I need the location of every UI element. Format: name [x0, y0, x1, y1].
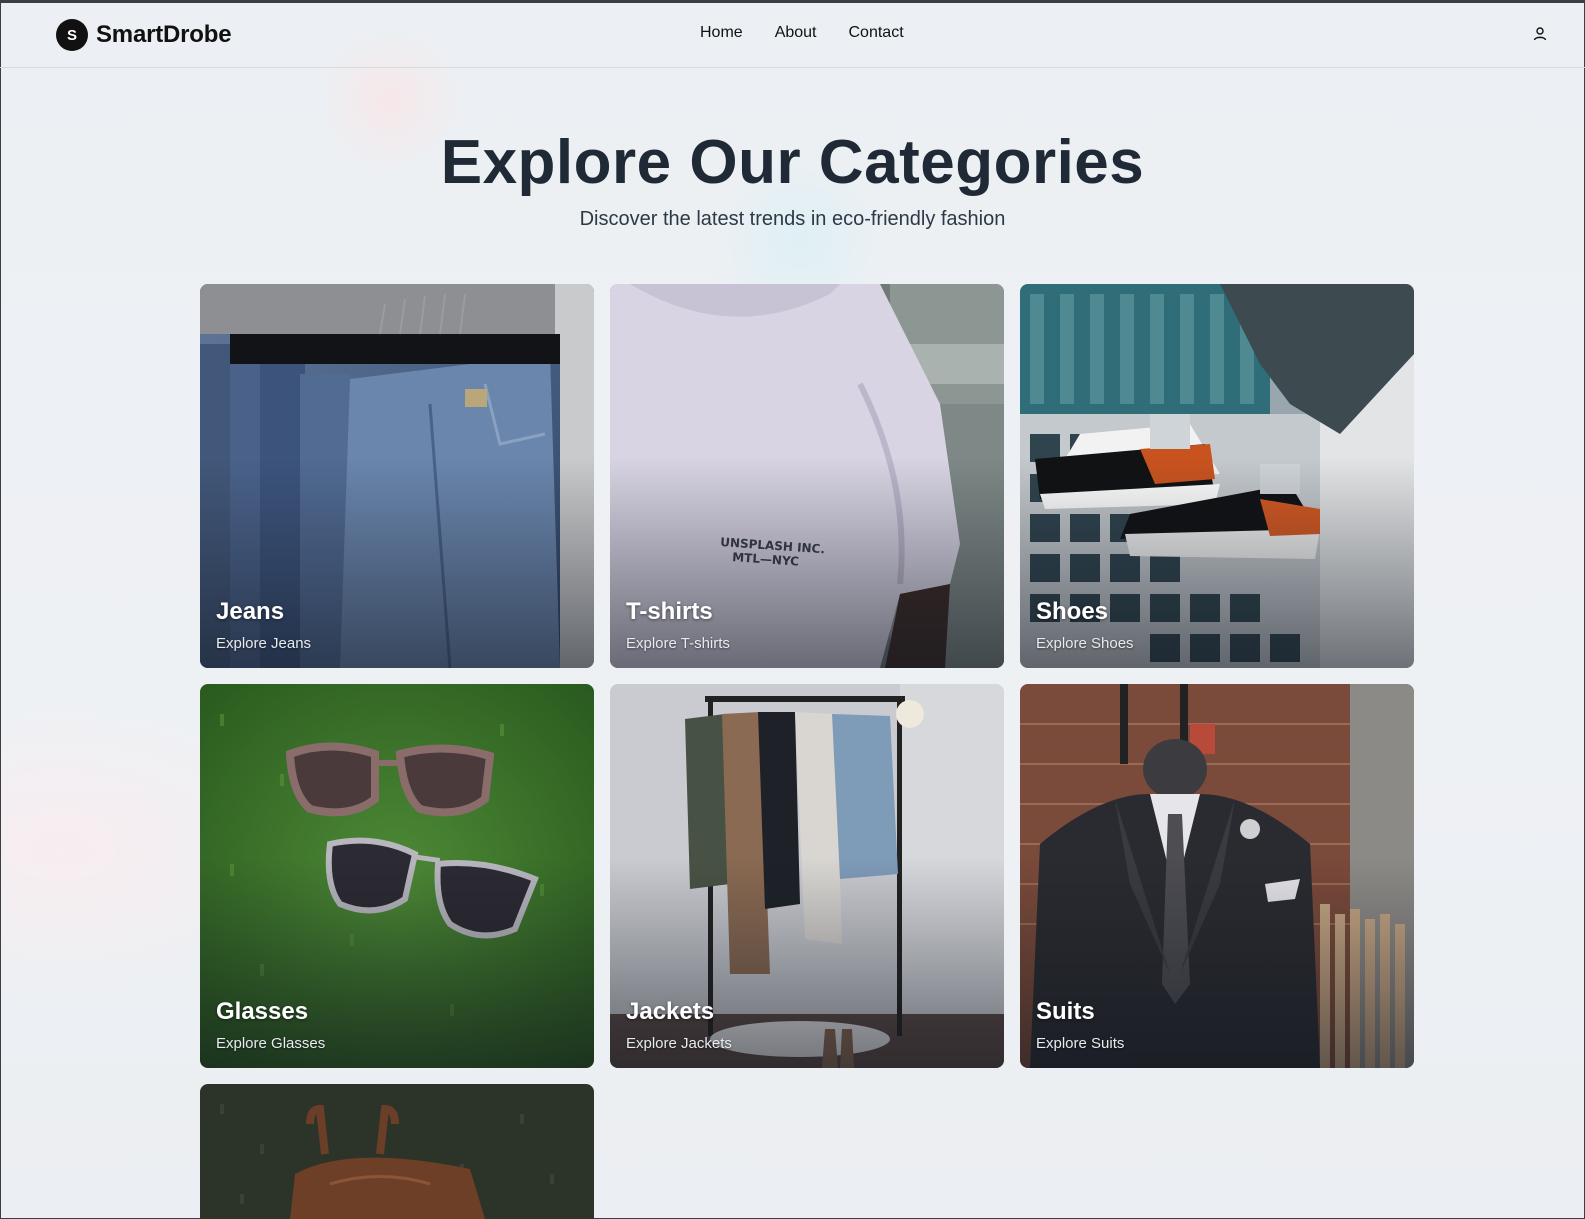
category-card-glasses[interactable]: Glasses Explore Glasses — [200, 684, 594, 1068]
category-link[interactable]: Explore Jackets — [626, 1035, 732, 1052]
category-title: Jeans — [216, 598, 285, 625]
category-link[interactable]: Explore Suits — [1036, 1035, 1124, 1052]
page-title: Explore Our Categories — [440, 128, 1145, 197]
user-icon[interactable] — [1532, 26, 1548, 42]
category-title: Shoes — [1036, 598, 1109, 625]
category-link[interactable]: Explore Glasses — [216, 1035, 325, 1052]
nav-about-link[interactable]: About — [775, 24, 817, 42]
category-title: T-shirts — [626, 598, 713, 625]
category-title: Glasses — [216, 998, 309, 1025]
category-card-jeans[interactable]: Jeans Explore Jeans — [200, 284, 594, 668]
bags-photo — [200, 1084, 594, 1219]
category-card-suits[interactable]: Suits Explore Suits — [1020, 684, 1414, 1068]
category-link[interactable]: Explore Jeans — [216, 635, 311, 652]
site-header: S SmartDrobe Home About Contact — [0, 0, 1585, 68]
category-title: Jackets — [626, 998, 715, 1025]
category-link[interactable]: Explore T-shirts — [626, 635, 730, 652]
category-link[interactable]: Explore Shoes — [1036, 635, 1134, 652]
nav-home-link[interactable]: Home — [700, 24, 743, 42]
category-title: Suits — [1036, 998, 1095, 1025]
brand-name: SmartDrobe — [96, 21, 232, 48]
brand-logo-icon: S — [56, 19, 88, 51]
main-nav: Home About Contact — [700, 24, 904, 42]
category-card-jackets[interactable]: Jackets Explore Jackets — [610, 684, 1004, 1068]
category-card-tshirts[interactable]: UNSPLASH INC. MTL—NYC T-shirts Explore T… — [610, 284, 1004, 668]
nav-contact-link[interactable]: Contact — [849, 24, 904, 42]
category-card-bags[interactable] — [200, 1084, 594, 1219]
page-subtitle: Discover the latest trends in eco-friend… — [579, 208, 1006, 230]
brand-home-link[interactable]: S SmartDrobe — [56, 19, 232, 51]
category-card-shoes[interactable]: Shoes Explore Shoes — [1020, 284, 1414, 668]
